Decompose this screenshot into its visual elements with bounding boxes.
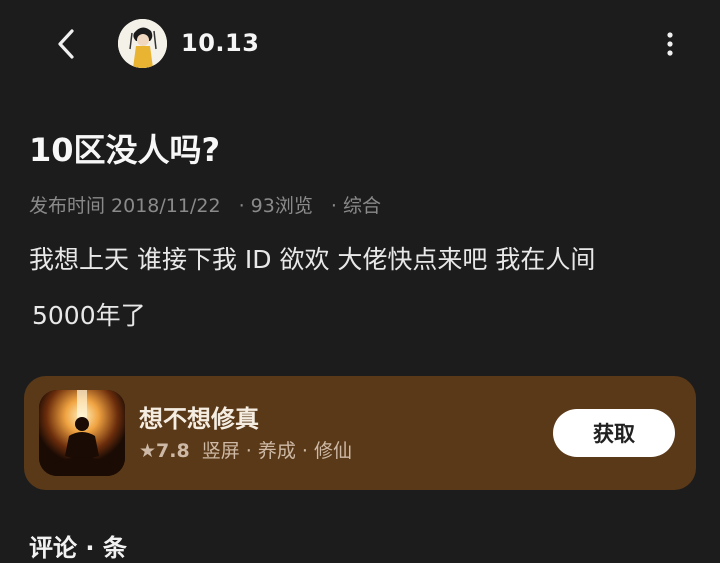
separator-dot: · xyxy=(238,195,245,217)
publish-time: 发布时间 2018/11/22 xyxy=(29,195,221,217)
post-body-line: 我想上天 谁接下我 ID 欲欢 大佬快点来吧 我在人间 xyxy=(29,245,596,274)
post-title: 10区没人吗? xyxy=(29,131,221,169)
app-rating: 7.8 xyxy=(156,440,190,462)
app-tags: 竖屏 · 养成 · 修仙 xyxy=(201,440,353,462)
post-meta: 发布时间 2018/11/22 · 93浏览 · 综合 xyxy=(29,191,385,218)
avatar-image xyxy=(118,19,167,68)
chevron-left-icon xyxy=(58,29,74,59)
more-vertical-icon xyxy=(667,32,673,56)
app-icon[interactable] xyxy=(39,390,125,476)
more-options-button[interactable] xyxy=(656,26,684,62)
separator-dot: · xyxy=(330,195,337,217)
top-bar: 10.13 xyxy=(0,0,720,88)
avatar[interactable] xyxy=(118,19,167,68)
meditating-figure-icon xyxy=(39,390,125,476)
app-details: ★7.8 竖屏 · 养成 · 修仙 xyxy=(139,436,352,463)
view-count: 93浏览 xyxy=(250,195,313,217)
username[interactable]: 10.13 xyxy=(181,29,259,57)
app-name[interactable]: 想不想修真 xyxy=(139,399,259,434)
back-button[interactable] xyxy=(48,24,84,64)
post-body: 我想上天 谁接下我 ID 欲欢 大佬快点来吧 我在人间 5000年了 xyxy=(29,232,689,344)
comments-heading: 评论 · 条 xyxy=(29,534,127,562)
star-icon: ★ xyxy=(139,440,157,462)
post-body-line: 5000年了 xyxy=(32,301,146,330)
post-category[interactable]: 综合 xyxy=(343,195,381,217)
get-app-button[interactable]: 获取 xyxy=(553,409,675,457)
app-promo-card[interactable]: 想不想修真 ★7.8 竖屏 · 养成 · 修仙 获取 xyxy=(24,376,696,490)
